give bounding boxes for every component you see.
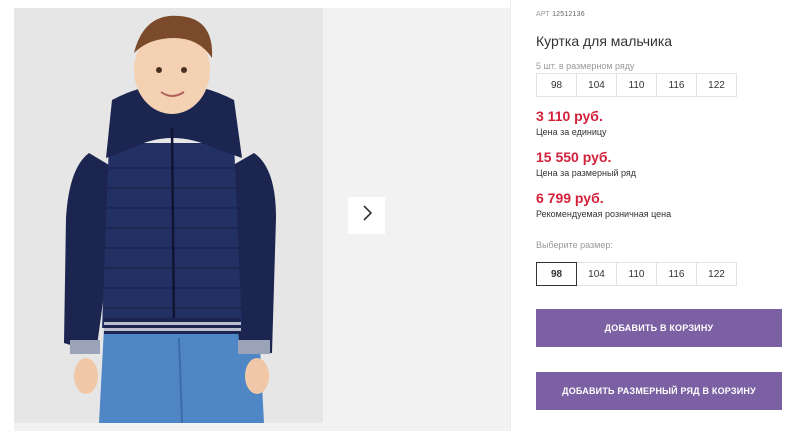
retail-price-label: Рекомендуемая розничная цена [536,209,672,219]
pack-size-cell: 104 [576,73,617,97]
chevron-right-icon [361,205,373,226]
vertical-divider [510,0,511,431]
sku-value: 12512136 [552,11,585,18]
sku-label: АРТ [536,11,550,18]
pack-sizes: 98 104 110 116 122 [536,73,737,97]
unit-price-label: Цена за единицу [536,127,607,137]
pack-note: 5 шт. в размерном ряду [536,61,635,71]
retail-price: 6 799 руб. [536,190,604,206]
size-option-104[interactable]: 104 [576,262,617,286]
next-image-button[interactable] [348,197,385,234]
size-option-116[interactable]: 116 [656,262,697,286]
size-picker: 98 104 110 116 122 [536,262,737,286]
product-title: Куртка для мальчика [536,33,673,49]
pack-price: 15 550 руб. [536,149,612,165]
add-to-cart-button[interactable]: ДОБАВИТЬ В КОРЗИНУ [536,309,782,347]
add-pack-to-cart-button[interactable]: ДОБАВИТЬ РАЗМЕРНЫЙ РЯД В КОРЗИНУ [536,372,782,410]
sku: АРТ 12512136 [536,11,585,18]
pack-price-label: Цена за размерный ряд [536,168,637,178]
pack-size-cell: 122 [696,73,737,97]
unit-price: 3 110 руб. [536,108,603,124]
pack-size-cell: 116 [656,73,697,97]
size-picker-label: Выберите размер: [536,240,613,250]
size-option-122[interactable]: 122 [696,262,737,286]
size-option-98[interactable]: 98 [536,262,577,286]
product-photo-illustration [14,8,323,423]
pack-size-cell: 110 [616,73,657,97]
product-photo[interactable] [14,8,323,423]
size-option-110[interactable]: 110 [616,262,657,286]
pack-size-cell: 98 [536,73,577,97]
product-gallery [14,8,510,431]
